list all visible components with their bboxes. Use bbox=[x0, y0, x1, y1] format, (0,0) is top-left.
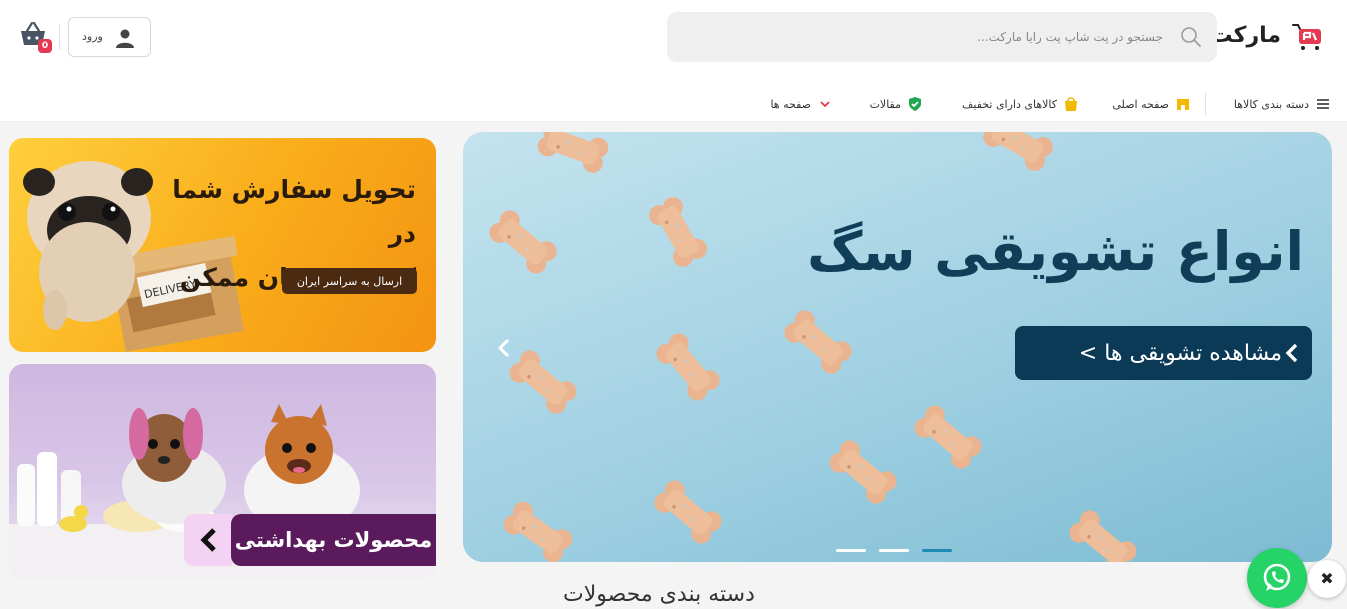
nav-item-articles[interactable]: مقالات bbox=[870, 90, 923, 118]
site-header: مارکت ورود 0 bbox=[0, 0, 1347, 122]
nav-item-pages[interactable]: صفحه ها bbox=[770, 90, 833, 118]
logo-text: مارکت bbox=[1210, 23, 1281, 48]
logo-cart-icon bbox=[1292, 24, 1321, 50]
delivery-banner[interactable]: DELIVERY تحویل سفارش شما در کمترین زمان … bbox=[9, 138, 436, 352]
cart-count-badge: 0 bbox=[38, 39, 52, 53]
slider-dot[interactable] bbox=[836, 549, 866, 552]
shield-check-icon bbox=[909, 97, 921, 111]
chevron-left-icon bbox=[200, 528, 216, 552]
slider-dot[interactable] bbox=[879, 549, 909, 552]
slider-dots bbox=[836, 549, 956, 553]
hygiene-arrow-button[interactable] bbox=[184, 514, 232, 566]
menu-icon bbox=[1317, 99, 1329, 109]
nav-label-discounts: کالاهای دارای تخفیف bbox=[962, 97, 1057, 111]
nav-label-categories: دسته بندی کالاها bbox=[1233, 97, 1309, 111]
nav-item-categories[interactable]: دسته بندی کالاها bbox=[1234, 90, 1331, 118]
main-nav: دسته بندی کالاها صفحه اصلی کالاهای دارای… bbox=[0, 90, 1347, 118]
close-whatsapp-button[interactable]: ✖ bbox=[1308, 560, 1346, 598]
hygiene-label: محصولات بهداشتی bbox=[231, 514, 436, 566]
nav-label-home: صفحه اصلی bbox=[1112, 97, 1169, 111]
user-icon bbox=[116, 29, 134, 48]
slider-title: انواع تشویقی سگ bbox=[807, 220, 1304, 283]
cart-button[interactable]: 0 bbox=[18, 21, 56, 57]
search-input[interactable] bbox=[723, 26, 1163, 48]
hygiene-banner[interactable]: محصولات بهداشتی bbox=[9, 364, 436, 578]
shopping-bag-icon bbox=[1065, 97, 1077, 111]
nav-label-pages: صفحه ها bbox=[770, 97, 811, 111]
whatsapp-icon bbox=[1263, 563, 1291, 591]
nav-item-discounts[interactable]: کالاهای دارای تخفیف bbox=[962, 90, 1079, 118]
hero-slider[interactable]: انواع تشویقی سگ مشاهده تشویقی ها > bbox=[463, 132, 1332, 562]
site-logo[interactable]: مارکت bbox=[1210, 14, 1331, 60]
delivery-pill-button[interactable]: ارسال به سراسر ایران bbox=[282, 268, 417, 294]
slider-prev-arrow-icon[interactable] bbox=[493, 336, 515, 360]
login-button[interactable]: ورود bbox=[68, 17, 151, 57]
delivery-title-line1: تحویل سفارش شما در bbox=[172, 175, 416, 248]
slider-cta-button[interactable]: مشاهده تشویقی ها > bbox=[1015, 326, 1312, 380]
search-icon[interactable] bbox=[1179, 25, 1203, 49]
nav-divider bbox=[1205, 92, 1206, 116]
store-icon bbox=[1177, 99, 1189, 110]
header-divider bbox=[59, 24, 60, 50]
chevron-down-icon bbox=[820, 101, 830, 108]
slider-cta-label: مشاهده تشویقی ها > bbox=[1078, 340, 1282, 366]
slider-dot-active[interactable] bbox=[922, 549, 952, 552]
login-label: ورود bbox=[82, 30, 103, 43]
nav-item-home[interactable]: صفحه اصلی bbox=[1112, 90, 1191, 118]
chevron-left-icon bbox=[1285, 343, 1298, 363]
whatsapp-button[interactable] bbox=[1247, 548, 1307, 608]
section-title-categories: دسته بندی محصولات bbox=[563, 582, 755, 607]
search-bar bbox=[667, 12, 1217, 62]
nav-label-articles: مقالات bbox=[869, 97, 901, 111]
